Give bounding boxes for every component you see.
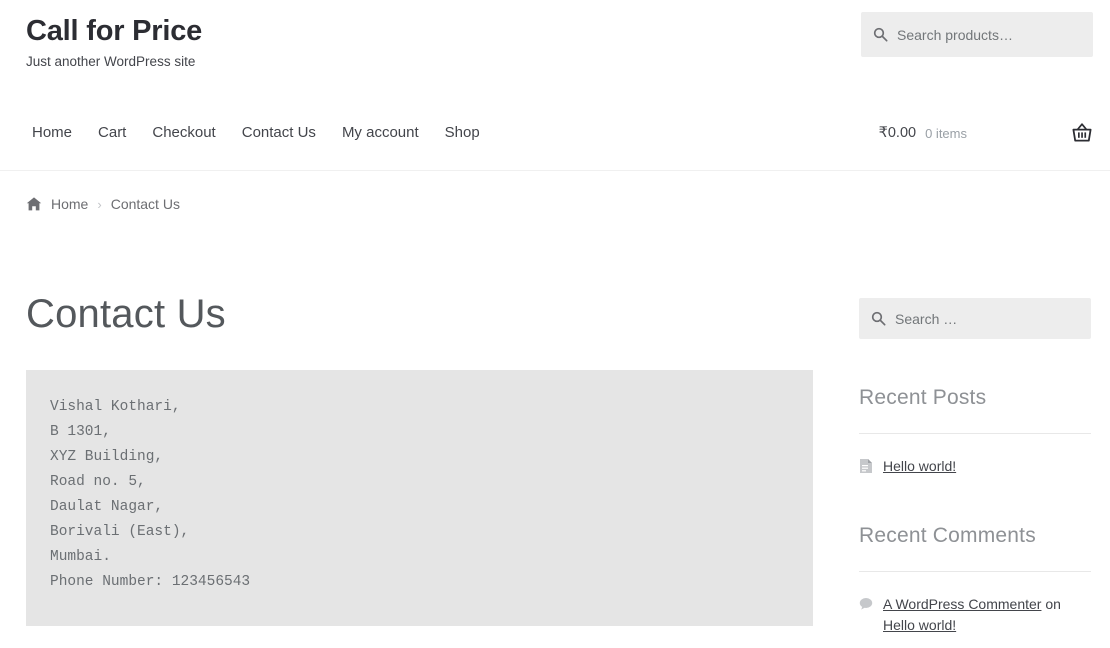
cart-item-count: 0 items (925, 125, 967, 141)
recent-comment-text: A WordPress Commenter on Hello world! (883, 594, 1091, 636)
nav-item-my-account[interactable]: My account (329, 108, 432, 158)
site-tagline: Just another WordPress site (26, 54, 196, 69)
recent-post-text: Hello world! (883, 456, 1091, 477)
search-icon (871, 311, 886, 326)
cart-amount: ₹0.00 (878, 125, 917, 141)
sidebar-search-form[interactable] (859, 298, 1091, 339)
page-title: Contact Us (26, 292, 226, 336)
recent-post-link[interactable]: Hello world! (883, 458, 956, 474)
widget-recent-posts: Recent Posts Hello world! (859, 385, 1091, 477)
document-icon (859, 458, 873, 474)
header-divider (0, 170, 1110, 171)
contact-address-block: Vishal Kothari, B 1301, XYZ Building, Ro… (26, 370, 813, 626)
product-search-form[interactable] (861, 12, 1093, 57)
widget-divider (859, 571, 1091, 572)
search-icon (873, 27, 888, 42)
main-navigation: Home Cart Checkout Contact Us My account… (19, 108, 493, 158)
site-title[interactable]: Call for Price (26, 14, 202, 48)
recent-posts-list: Hello world! (859, 456, 1091, 477)
breadcrumb-current: Contact Us (110, 196, 180, 212)
cart-contents[interactable]: ₹0.00 0 items (879, 108, 1093, 158)
page-root: Call for Price Just another WordPress si… (0, 0, 1110, 648)
nav-item-home[interactable]: Home (19, 108, 85, 158)
comment-author-link[interactable]: A WordPress Commenter (883, 596, 1041, 612)
widget-title-recent-comments: Recent Comments (859, 524, 1036, 547)
navigation-row: Home Cart Checkout Contact Us My account… (0, 108, 1110, 170)
sidebar: Recent Posts Hello world! (859, 298, 1091, 636)
product-search-input[interactable] (897, 26, 1081, 43)
breadcrumb-separator: › (97, 196, 102, 212)
widget-recent-comments: Recent Comments A WordPress Commenter on… (859, 523, 1091, 636)
comment-connector: on (1041, 596, 1061, 612)
nav-item-cart[interactable]: Cart (85, 108, 139, 158)
nav-item-shop[interactable]: Shop (432, 108, 493, 158)
main-content: Contact Us Vishal Kothari, B 1301, XYZ B… (26, 290, 814, 626)
list-item: Hello world! (859, 456, 1091, 477)
widget-divider (859, 433, 1091, 434)
sidebar-search-input[interactable] (895, 310, 1079, 327)
recent-comments-list: A WordPress Commenter on Hello world! (859, 594, 1091, 636)
home-icon (26, 196, 42, 212)
breadcrumb: Home › Contact Us (26, 196, 180, 212)
nav-item-contact-us[interactable]: Contact Us (229, 108, 329, 158)
nav-item-checkout[interactable]: Checkout (139, 108, 228, 158)
entry-content: Vishal Kothari, B 1301, XYZ Building, Ro… (26, 370, 814, 626)
breadcrumb-home[interactable]: Home (51, 196, 88, 212)
list-item: A WordPress Commenter on Hello world! (859, 594, 1091, 636)
comment-post-link[interactable]: Hello world! (883, 617, 956, 633)
shopping-basket-icon[interactable] (1071, 122, 1093, 144)
widget-title-recent-posts: Recent Posts (859, 386, 987, 409)
site-branding: Call for Price Just another WordPress si… (26, 14, 202, 70)
comment-icon (859, 596, 873, 612)
